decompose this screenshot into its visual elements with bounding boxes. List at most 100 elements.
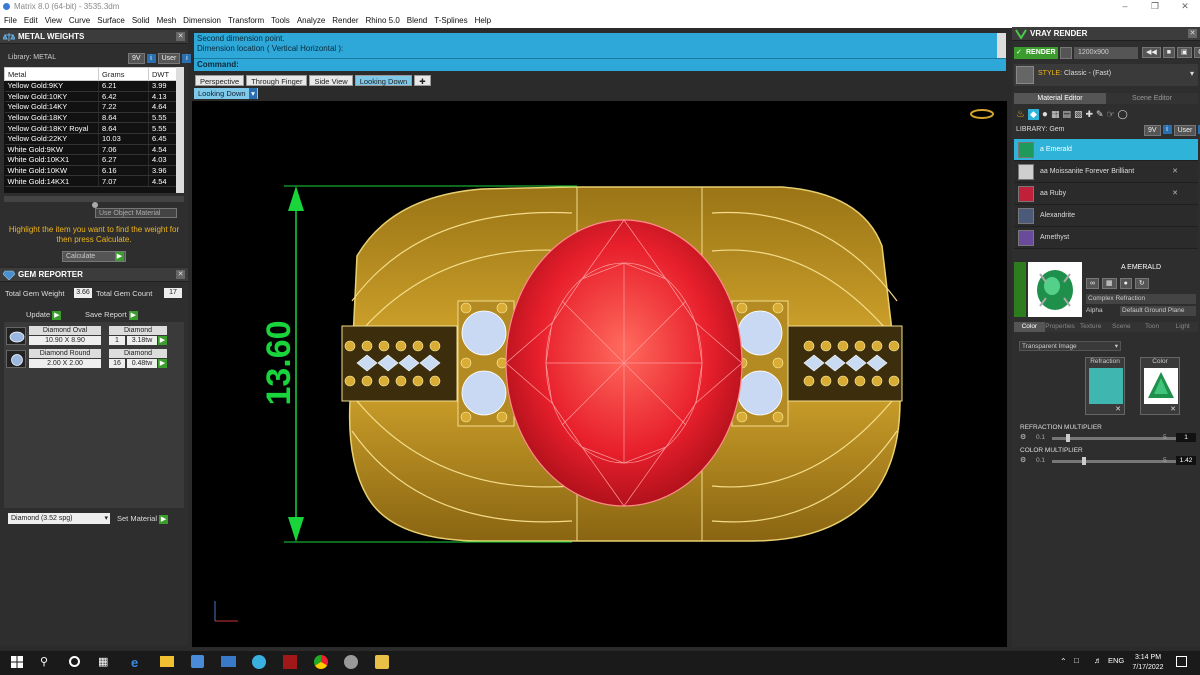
tab-material-editor[interactable]: Material Editor	[1014, 93, 1106, 104]
style-row[interactable]: STYLE: Classic - (Fast) ▾	[1014, 64, 1198, 86]
table-row[interactable]: Yellow Gold:18KY Royal 8.64 5.55	[4, 122, 184, 134]
slider-track[interactable]	[1052, 437, 1176, 440]
sphere-icon[interactable]: ●	[1119, 278, 1132, 289]
menu-blend[interactable]: Blend	[407, 13, 427, 28]
app-icon[interactable]	[375, 655, 389, 669]
menu-view[interactable]: View	[45, 13, 62, 28]
gem-icon[interactable]: ◆	[1027, 108, 1039, 120]
viewport-looking-down[interactable]: 13.60	[192, 101, 1007, 647]
file-explorer-icon[interactable]	[160, 656, 174, 667]
remove-icon[interactable]: ✕	[1170, 405, 1176, 413]
user-button[interactable]: User	[157, 53, 181, 64]
clock[interactable]: 3:14 PM 7/17/2022	[1128, 653, 1168, 673]
metal-table[interactable]: Metal Grams DWT Yellow Gold:9KY 6.21 3.99 …	[4, 67, 184, 193]
close-icon[interactable]: ✕	[176, 270, 185, 279]
tab-scene-editor[interactable]: Scene Editor	[1106, 93, 1198, 104]
select-icon[interactable]: ▶	[158, 359, 167, 368]
menu-render[interactable]: Render	[332, 13, 358, 28]
menu-analyze[interactable]: Analyze	[297, 13, 325, 28]
volume-icon[interactable]: ♬	[1094, 656, 1102, 665]
table-row[interactable]: Yellow Gold:14KY 7.22 4.64	[4, 101, 184, 113]
maximize-button[interactable]: ❐	[1140, 0, 1170, 13]
table-row[interactable]: White Gold:9KW 7.06 4.54	[4, 144, 184, 156]
material-select[interactable]: Diamond (3.52 spg) ▾	[8, 513, 110, 524]
task-view-icon[interactable]	[69, 656, 80, 667]
use-object-material-dropdown[interactable]: Use Object Material	[95, 208, 177, 218]
close-icon[interactable]: ✕	[176, 32, 185, 41]
slider-handle[interactable]	[1066, 434, 1070, 442]
windows-start-icon[interactable]	[11, 656, 23, 668]
edge-icon[interactable]: e	[131, 655, 138, 670]
slider-handle[interactable]	[1082, 457, 1086, 465]
settings-icon[interactable]: ⚙	[1193, 47, 1200, 58]
app-icon[interactable]	[283, 655, 297, 669]
menu-help[interactable]: Help	[475, 13, 491, 28]
update-button[interactable]: Update ▶	[26, 310, 62, 320]
view-dropdown[interactable]: Looking Down ▾	[194, 88, 258, 99]
tab-properties[interactable]: Properties	[1044, 322, 1076, 332]
bulb-icon[interactable]: ◯	[1118, 109, 1128, 120]
render-button[interactable]: ✓ RENDER	[1014, 47, 1058, 59]
menu-transform[interactable]: Transform	[228, 13, 264, 28]
hand-icon[interactable]: ☞	[1107, 109, 1115, 120]
chrome-icon[interactable]	[314, 655, 328, 669]
tab-color[interactable]: Color	[1014, 322, 1045, 332]
gem-row[interactable]: Diamond Round Diamond 2.00 X 2.00 16 0.4…	[5, 348, 167, 370]
calculate-button[interactable]: Calculate ▶	[62, 251, 126, 262]
tab-through-finger[interactable]: Through Finger	[246, 75, 308, 86]
remove-icon[interactable]: ✕	[1172, 161, 1178, 183]
remove-icon[interactable]: ✕	[1172, 183, 1178, 205]
network-icon[interactable]: □	[1074, 656, 1079, 665]
search-icon[interactable]: ⚲	[40, 655, 48, 668]
select-icon[interactable]: ▶	[158, 336, 167, 345]
tab-perspective[interactable]: Perspective	[195, 75, 245, 86]
color-map-slot[interactable]: Color ✕	[1140, 357, 1180, 415]
table-row[interactable]: Yellow Gold:18KY 8.64 5.55	[4, 112, 184, 124]
list-item[interactable]: aa Ruby ✕	[1014, 183, 1198, 205]
reset-icon[interactable]: ↻	[1134, 278, 1149, 289]
language-indicator[interactable]: ENG	[1108, 656, 1124, 665]
tab-texture[interactable]: Texture	[1075, 322, 1107, 332]
toggle-icon[interactable]: i	[146, 54, 156, 63]
list-item[interactable]: Amethyst	[1014, 227, 1198, 249]
store-icon[interactable]	[191, 655, 204, 668]
camera-icon[interactable]	[1060, 47, 1072, 59]
tab-light[interactable]: Light	[1167, 322, 1199, 332]
table-row[interactable]: White Gold:10KW 6.16 3.96	[4, 165, 184, 177]
resolution-field[interactable]: 1200x900	[1074, 47, 1138, 59]
menu-curve[interactable]: Curve	[69, 13, 90, 28]
add-tab-button[interactable]: ✚	[414, 75, 431, 86]
menu-file[interactable]: File	[4, 13, 17, 28]
table-row[interactable]: Yellow Gold:10KY 6.42 4.13	[4, 91, 184, 103]
prev-icon[interactable]: ◀◀	[1142, 47, 1161, 58]
table-scrollbar[interactable]	[176, 67, 184, 193]
command-prompt[interactable]: Command:	[194, 58, 1006, 71]
table-row[interactable]: Yellow Gold:22KY 10.03 6.45	[4, 133, 184, 145]
slider-value[interactable]: 1.42	[1176, 456, 1196, 465]
menu-surface[interactable]: Surface	[97, 13, 125, 28]
notifications-icon[interactable]	[1176, 656, 1187, 667]
menu-solid[interactable]: Solid	[132, 13, 150, 28]
set-material-button[interactable]: Set Material ▶	[117, 514, 169, 524]
table-row[interactable]: Yellow Gold:9KY 6.21 3.99	[4, 80, 184, 92]
grid-icon[interactable]: ▦	[1102, 278, 1117, 289]
color-multiplier-slider[interactable]: ⚙ 0.1 5 1.42	[1020, 456, 1196, 466]
tab-toon[interactable]: Toon	[1136, 322, 1168, 332]
user-button[interactable]: User	[1173, 125, 1197, 136]
tab-looking-down[interactable]: Looking Down	[354, 75, 413, 86]
widgets-icon[interactable]: ▦	[98, 655, 108, 668]
add-icon[interactable]: ✚	[1085, 109, 1093, 120]
folder-icon[interactable]: ▣	[1177, 47, 1192, 58]
texture-mode-select[interactable]: Transparent Image ▾	[1019, 341, 1121, 351]
list-item[interactable]: a Emerald	[1014, 139, 1198, 161]
refraction-map-slot[interactable]: Refraction ✕	[1085, 357, 1125, 415]
9v-button[interactable]: 9V	[128, 53, 145, 64]
col-grams[interactable]: Grams	[98, 67, 149, 81]
save-report-button[interactable]: Save Report ▶	[85, 310, 138, 320]
tab-scene[interactable]: Scene	[1106, 322, 1137, 332]
collapse-handle[interactable]	[1014, 262, 1026, 317]
edit-icon[interactable]: ✎	[1096, 109, 1104, 120]
menu-mesh[interactable]: Mesh	[157, 13, 177, 28]
slider-track[interactable]	[1052, 460, 1176, 463]
link-icon[interactable]: ∞	[1086, 278, 1099, 289]
